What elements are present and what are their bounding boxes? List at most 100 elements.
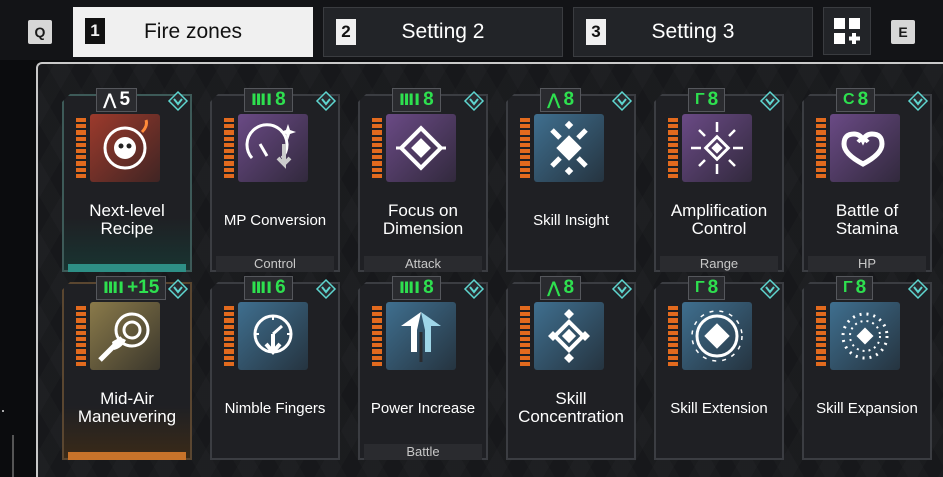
equip-slot-icon[interactable] — [314, 278, 338, 302]
edge-marker — [2, 410, 4, 412]
diamond-stack-icon — [548, 309, 590, 363]
skill-name: Skill Expansion — [816, 400, 918, 417]
equip-slot-icon[interactable] — [166, 90, 190, 114]
cost-symbol: Γ — [695, 91, 705, 108]
cost-value: 8 — [423, 277, 434, 298]
tab-label: Setting 3 — [651, 20, 735, 43]
arrow-up-icon — [401, 312, 441, 362]
equip-slot-icon[interactable] — [758, 278, 782, 302]
charge-bars — [372, 306, 382, 367]
double-heart-icon — [841, 131, 885, 167]
skill-card[interactable]: ⅢⅠ 8 MP Conversion Control — [210, 88, 340, 272]
charge-bars — [520, 118, 530, 179]
equip-slot-icon[interactable] — [906, 278, 930, 302]
scroll-indicator[interactable] — [12, 435, 14, 477]
cost-value: 5 — [119, 89, 131, 110]
equip-slot-icon[interactable] — [758, 90, 782, 114]
cost-badge: ⋀ 8 — [540, 88, 582, 112]
tab-label: Fire zones — [143, 20, 243, 43]
cost-symbol: C — [843, 91, 855, 108]
cost-symbol: ⅢⅠ — [251, 92, 273, 109]
add-settings-icon — [834, 18, 860, 44]
cost-symbol: ⅢⅠ — [251, 280, 273, 297]
skill-card[interactable]: ⋀ 8 Skill Insight — [506, 88, 636, 272]
diamond-burst-icon — [550, 120, 588, 176]
cost-badge: ⅢⅠ +15 — [96, 276, 167, 300]
skill-icon-box — [90, 302, 160, 370]
skill-name: Mid-Air Maneuvering — [77, 389, 177, 426]
tab-setting-3[interactable]: 3 Setting 3 — [573, 7, 813, 57]
skill-icon-box — [238, 302, 308, 370]
skill-card[interactable]: Γ 8 Skill Expansion — [802, 276, 932, 460]
skill-name: Next-level Recipe — [89, 201, 165, 238]
skill-card[interactable]: ⅢⅠ 8 Power Increase Battle — [358, 276, 488, 460]
active-strip — [68, 452, 186, 460]
cost-symbol: ⋀ — [547, 280, 561, 297]
charge-bars — [372, 118, 382, 179]
tab-setting-2[interactable]: 2 Setting 2 — [323, 7, 563, 57]
skill-name: Battle of Stamina — [835, 201, 899, 238]
gauge-arrow-icon — [253, 314, 293, 356]
skill-icon-box — [534, 114, 604, 182]
skill-card[interactable]: ⅢⅠ 6 Nimble Fingers — [210, 276, 340, 460]
equip-slot-icon[interactable] — [906, 90, 930, 114]
equip-slot-icon[interactable] — [314, 90, 338, 114]
cost-symbol: Γ — [695, 279, 705, 296]
skill-icon-box — [238, 114, 308, 182]
skill-name: Nimble Fingers — [224, 400, 326, 417]
chef-skull-icon — [103, 119, 148, 170]
charge-bars — [76, 306, 86, 367]
add-settings-button[interactable] — [823, 7, 871, 55]
skill-card[interactable]: ⋀ 5 Next-level Recipe — [62, 88, 192, 272]
skill-card[interactable]: ⅢⅠ +15 Mid-Air Maneuvering — [62, 276, 192, 460]
skill-name: Skill Insight — [533, 212, 609, 229]
skill-category: Range — [660, 256, 778, 272]
dotted-circle-icon — [841, 312, 889, 360]
skill-icon-box — [386, 302, 456, 370]
skill-icon-box — [534, 302, 604, 370]
equip-slot-icon[interactable] — [166, 278, 190, 302]
skill-icon-box — [90, 114, 160, 182]
equip-slot-icon[interactable] — [462, 278, 486, 302]
charge-bars — [816, 118, 826, 179]
next-hotkey[interactable]: E — [891, 20, 915, 44]
skill-card[interactable]: Γ 8 Skill Extension — [654, 276, 784, 460]
cost-badge: ⅢⅠ 8 — [392, 88, 441, 112]
equip-slot-icon[interactable] — [610, 90, 634, 114]
skill-card[interactable]: ⅢⅠ 8 Focus on Dimension Attack — [358, 88, 488, 272]
cost-symbol: ⋀ — [547, 92, 561, 109]
skill-card[interactable]: Γ 8 Amplification Control Range — [654, 88, 784, 272]
skill-category: HP — [808, 256, 926, 272]
cost-badge: ⋀ 8 — [540, 276, 582, 300]
charge-bars — [668, 118, 678, 179]
skill-icon-box — [830, 302, 900, 370]
charge-bars — [668, 306, 678, 367]
skill-card[interactable]: ⋀ 8 Skill Concentration — [506, 276, 636, 460]
cost-value: 8 — [563, 89, 575, 110]
target-hand-icon — [98, 312, 150, 362]
gauge-down-icon — [245, 123, 296, 169]
cost-badge: ⅢⅠ 6 — [244, 276, 293, 300]
skill-icon-box — [386, 114, 456, 182]
cost-badge: C 8 — [836, 88, 876, 112]
equip-slot-icon[interactable] — [610, 278, 634, 302]
cost-symbol: Γ — [843, 279, 853, 296]
charge-bars — [224, 118, 234, 179]
cost-symbol: ⋀ — [103, 92, 117, 109]
charge-bars — [76, 118, 86, 179]
diamond-weave-icon — [396, 125, 446, 171]
skill-name: Power Increase — [370, 400, 476, 417]
prev-hotkey[interactable]: Q — [28, 20, 52, 44]
cost-badge: ⅢⅠ 8 — [244, 88, 293, 112]
cost-value: 8 — [707, 89, 719, 110]
cost-symbol: ⅢⅠ — [103, 280, 125, 297]
cost-symbol: ⅢⅠ — [399, 92, 421, 109]
skill-name: Skill Concentration — [518, 389, 624, 426]
equip-slot-icon[interactable] — [462, 90, 486, 114]
cost-value: 8 — [857, 89, 869, 110]
tab-setting-1[interactable]: 1 Fire zones — [73, 7, 313, 57]
diamond-circle-icon — [691, 310, 743, 362]
skill-card[interactable]: C 8 Battle of Stamina HP — [802, 88, 932, 272]
skill-icon-box — [830, 114, 900, 182]
charge-bars — [816, 306, 826, 367]
